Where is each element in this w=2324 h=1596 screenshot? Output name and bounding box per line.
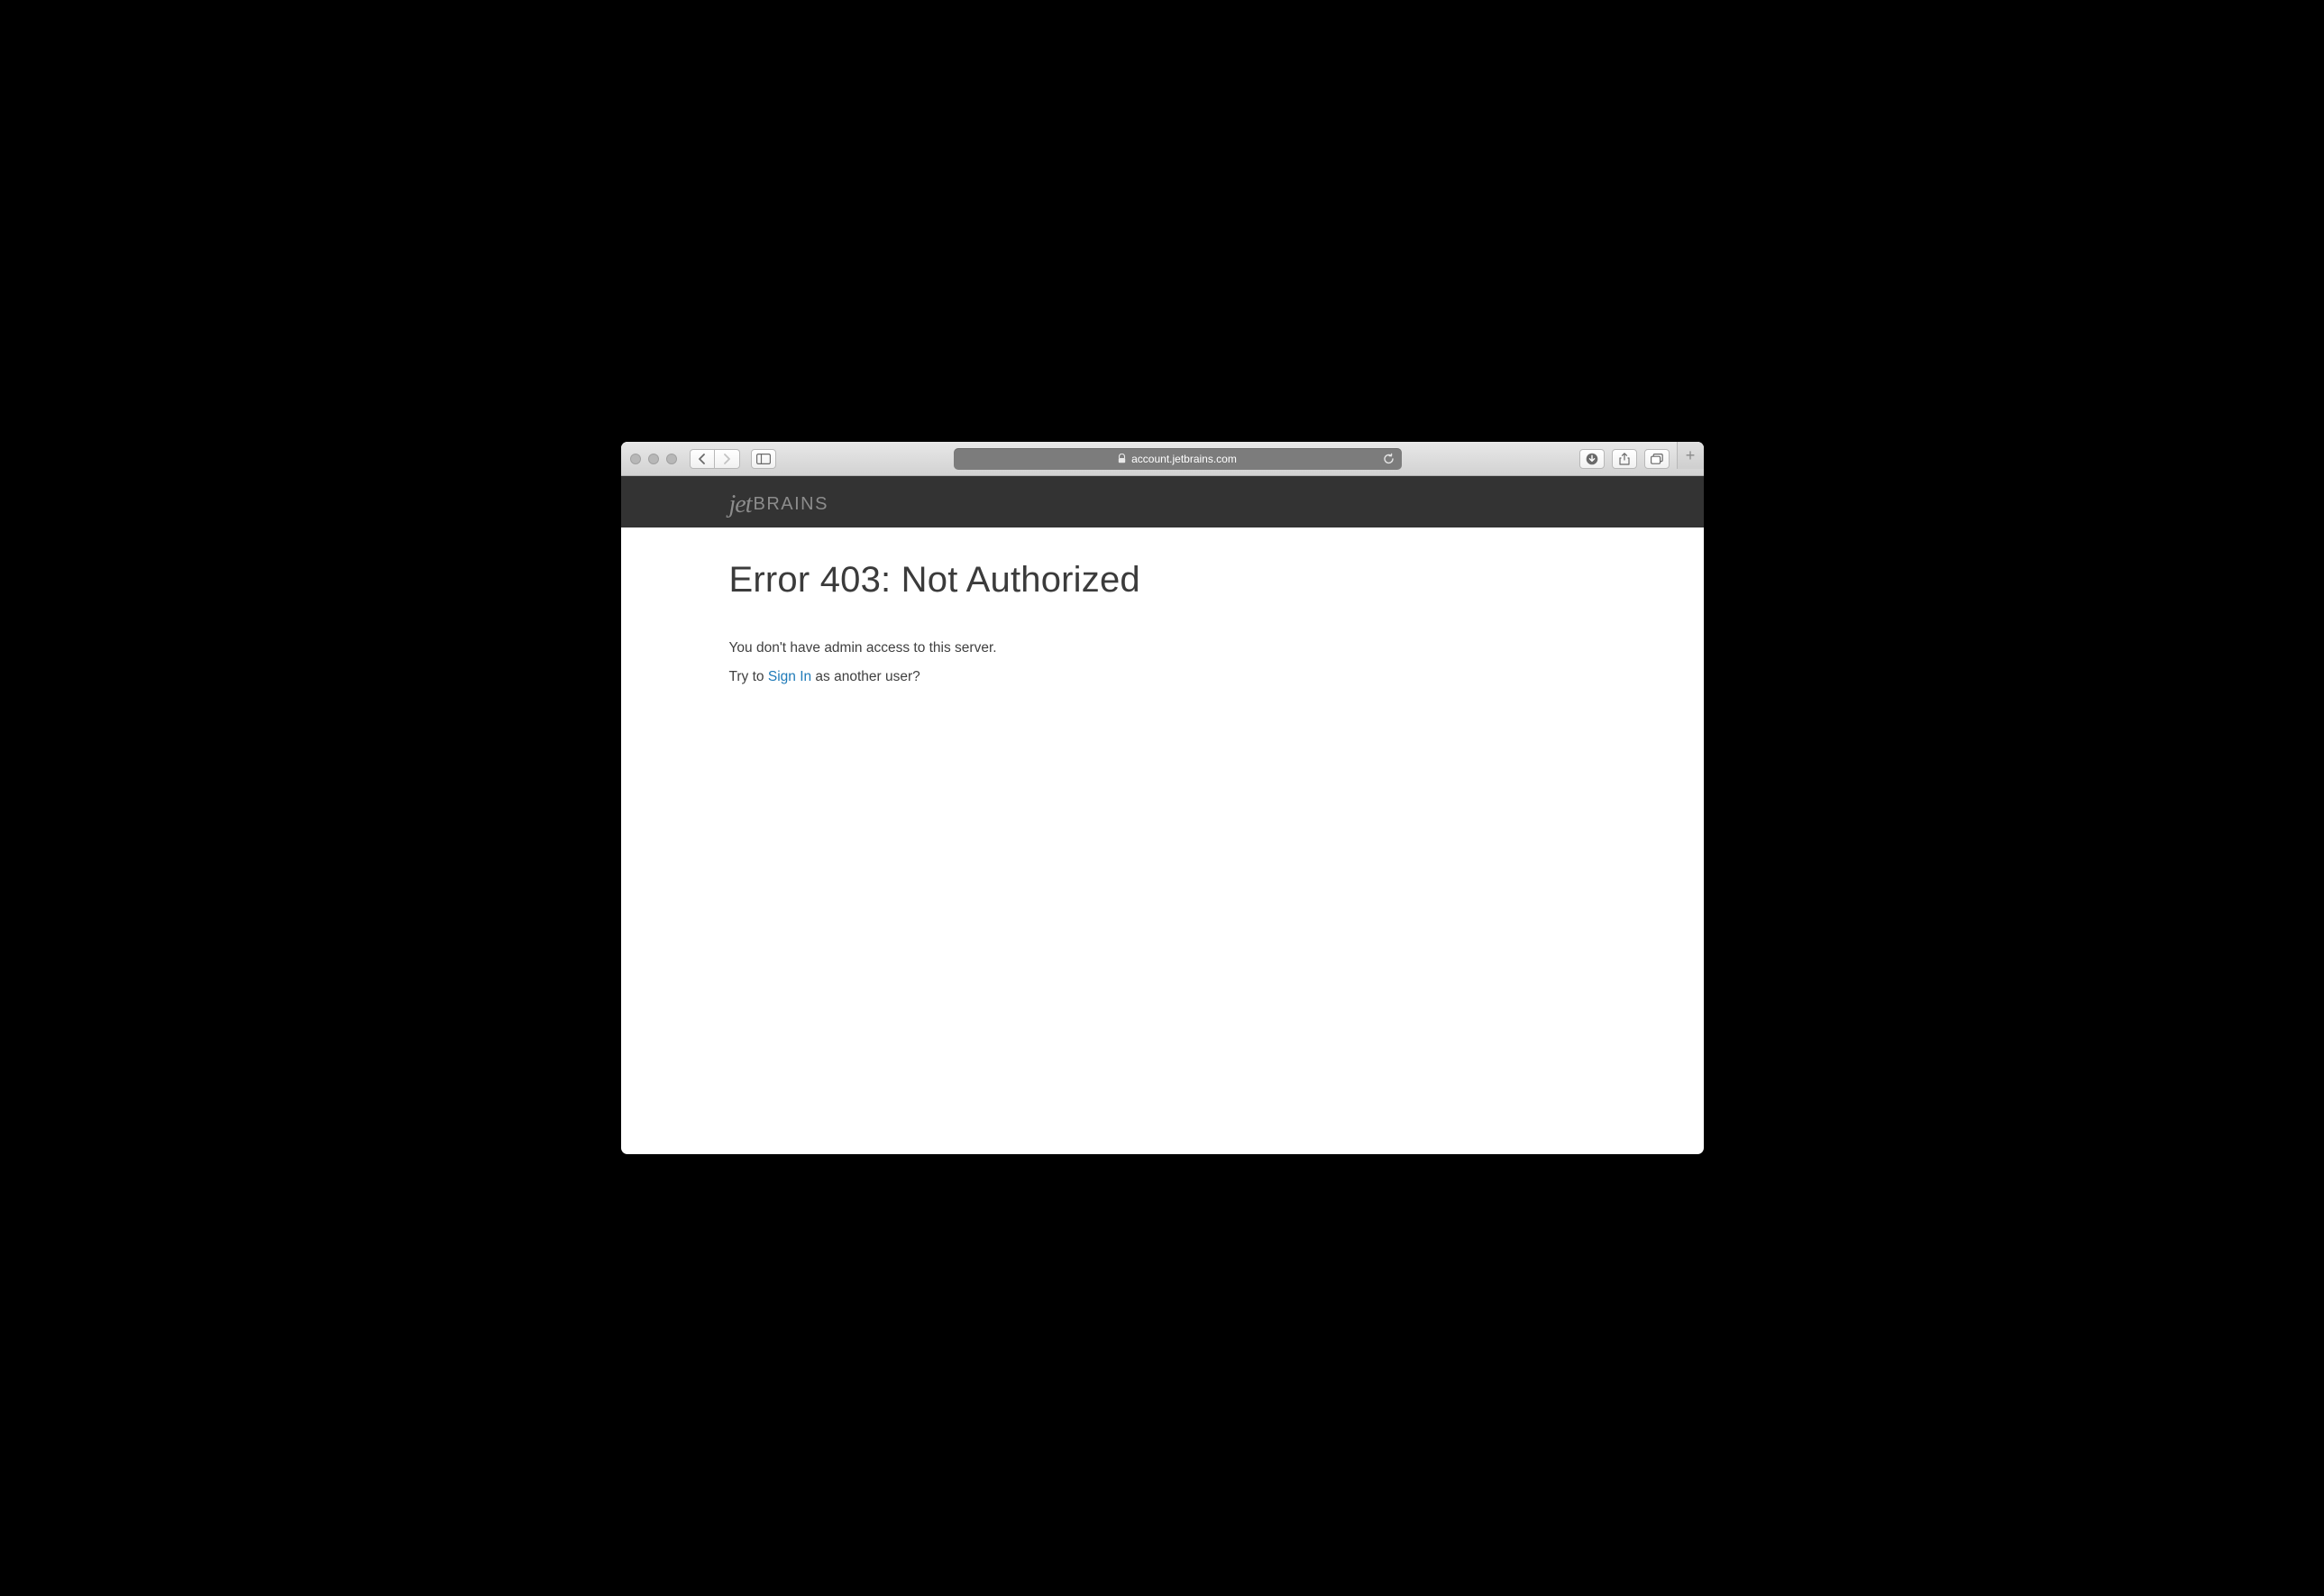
new-tab-button[interactable]: +: [1677, 442, 1704, 469]
logo-script-text: jet: [729, 491, 752, 519]
sidebar-icon: [756, 454, 771, 464]
forward-button[interactable]: [715, 449, 740, 469]
downloads-button[interactable]: [1579, 449, 1605, 469]
lock-icon: [1118, 454, 1126, 463]
reload-icon: [1383, 453, 1395, 464]
error-title: Error 403: Not Authorized: [729, 560, 1596, 601]
chevron-left-icon: [698, 454, 707, 464]
sign-in-link[interactable]: Sign In: [768, 669, 811, 684]
url-host: account.jetbrains.com: [1131, 453, 1237, 465]
logo-block-text: BRAINS: [754, 494, 828, 515]
window-controls: [630, 454, 677, 464]
plus-icon: +: [1686, 446, 1696, 465]
signin-prompt: Try to Sign In as another user?: [729, 669, 1596, 685]
browser-toolbar: account.jetbrains.com: [621, 442, 1704, 476]
address-bar[interactable]: account.jetbrains.com: [954, 448, 1402, 470]
tabs-button[interactable]: [1644, 449, 1670, 469]
share-icon: [1619, 453, 1630, 465]
jetbrains-logo[interactable]: jetBRAINS: [729, 488, 828, 517]
back-button[interactable]: [690, 449, 715, 469]
nav-buttons: [690, 449, 740, 469]
site-header: jetBRAINS: [621, 476, 1704, 527]
share-button[interactable]: [1612, 449, 1637, 469]
prompt-suffix: as another user?: [811, 669, 920, 684]
page-content: Error 403: Not Authorized You don't have…: [621, 527, 1704, 730]
browser-window: account.jetbrains.com: [621, 442, 1704, 1154]
minimize-window-button[interactable]: [648, 454, 659, 464]
prompt-prefix: Try to: [729, 669, 768, 684]
error-message: You don't have admin access to this serv…: [729, 640, 1596, 656]
close-window-button[interactable]: [630, 454, 641, 464]
tabs-icon: [1651, 454, 1663, 464]
toolbar-right: [1579, 449, 1670, 469]
chevron-right-icon: [722, 454, 731, 464]
sidebar-toggle-button[interactable]: [751, 449, 776, 469]
download-icon: [1586, 453, 1598, 465]
zoom-window-button[interactable]: [666, 454, 677, 464]
reload-button[interactable]: [1383, 453, 1395, 464]
